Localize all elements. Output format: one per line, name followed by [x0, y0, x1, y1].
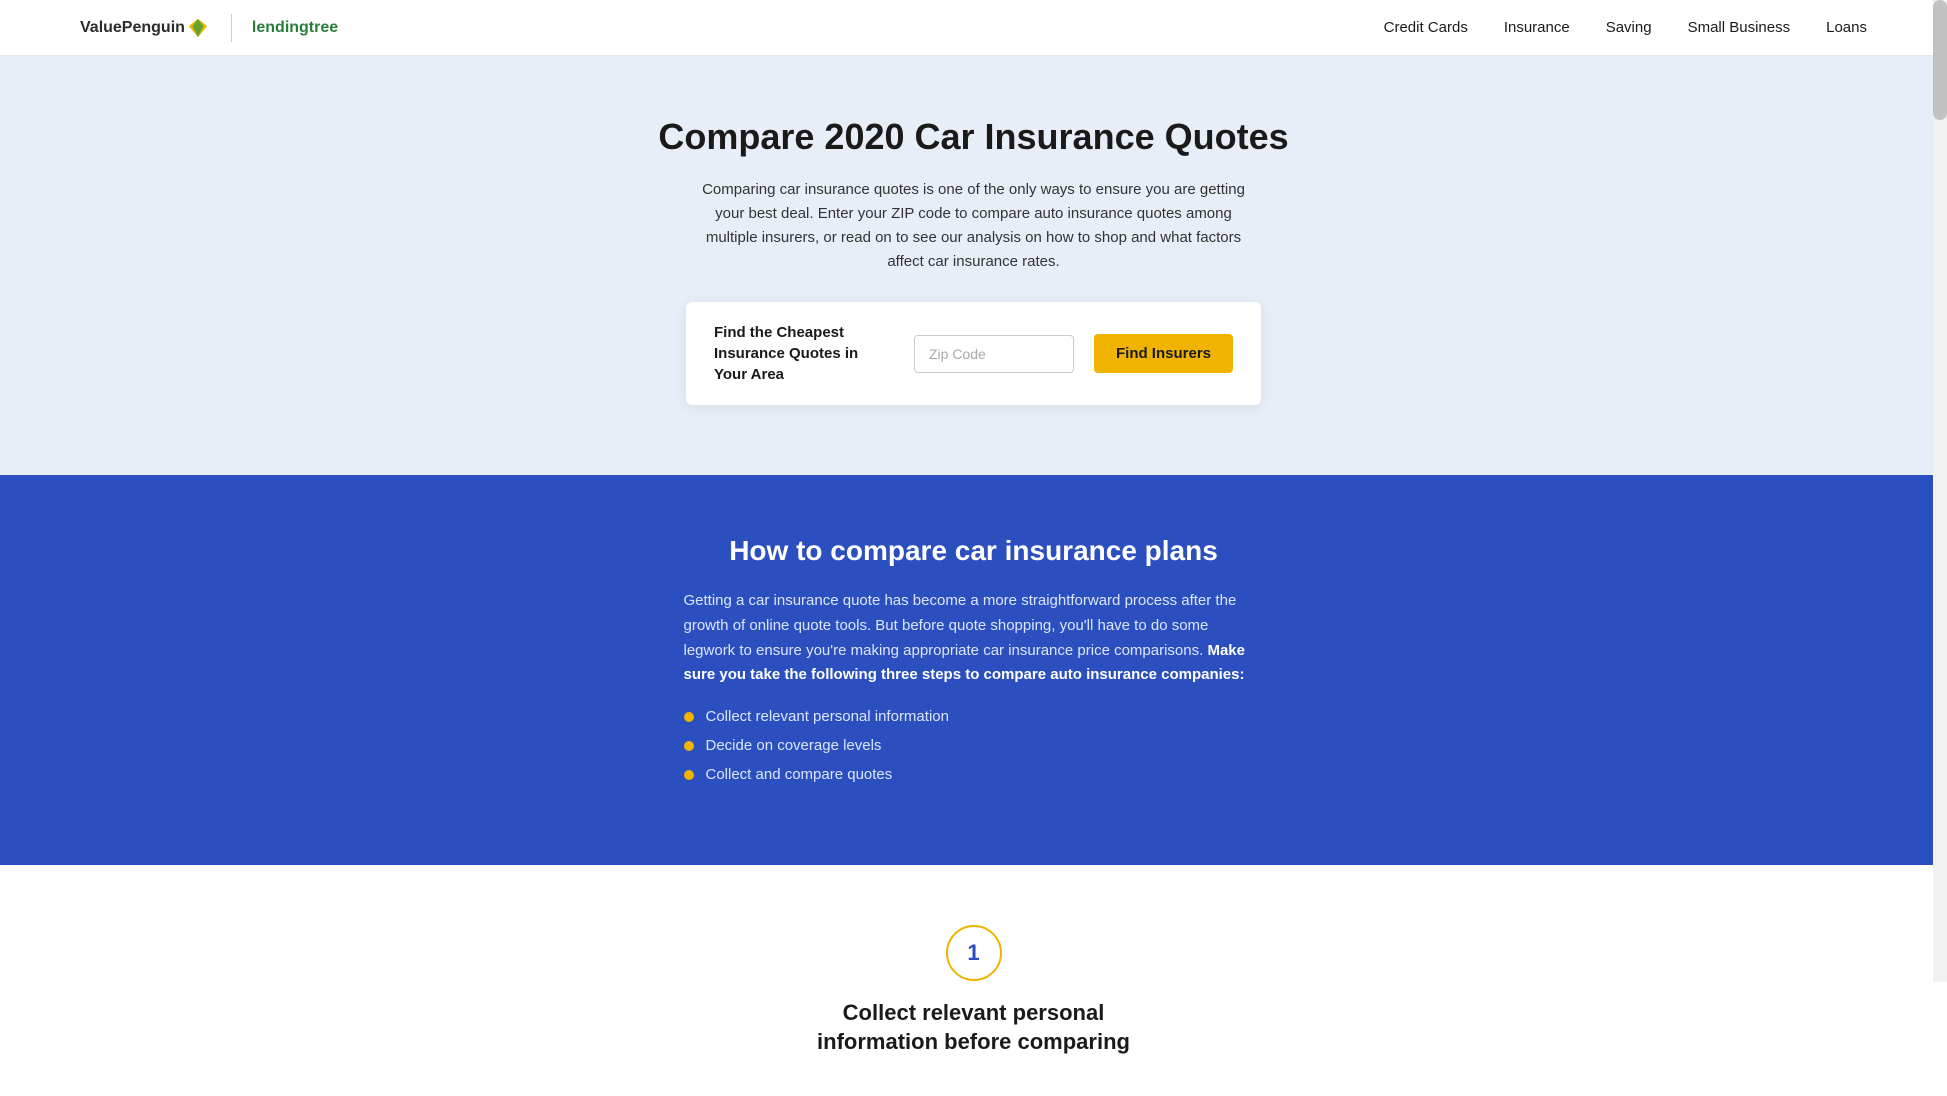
logo-lt-text: lendingtree [252, 19, 338, 36]
main-nav: Credit Cards Insurance Saving Small Busi… [1384, 19, 1867, 36]
bullet-item-2: Decide on coverage levels [684, 737, 1264, 754]
step-number: 1 [967, 940, 979, 966]
blue-desc-part1: Getting a car insurance quote has become… [684, 592, 1237, 659]
quote-box-label: Find the Cheapest Insurance Quotes in Yo… [714, 322, 894, 385]
find-insurers-button[interactable]: Find Insurers [1094, 334, 1233, 373]
nav-credit-cards[interactable]: Credit Cards [1384, 19, 1468, 36]
scrollbar[interactable] [1933, 0, 1947, 982]
step-section: 1 Collect relevant personal information … [0, 865, 1947, 1096]
bullet-list: Collect relevant personal information De… [684, 708, 1264, 783]
bullet-dot-3 [684, 770, 694, 780]
quote-box: Find the Cheapest Insurance Quotes in Yo… [686, 302, 1261, 405]
blue-section: How to compare car insurance plans Getti… [0, 475, 1947, 865]
nav-loans[interactable]: Loans [1826, 19, 1867, 36]
logo-lendingtree[interactable]: lendingtree [252, 19, 338, 37]
logo-vp-text: ValuePenguin [80, 19, 185, 37]
nav-insurance[interactable]: Insurance [1504, 19, 1570, 36]
bullet-text-3: Collect and compare quotes [706, 766, 893, 783]
blue-section-title: How to compare car insurance plans [20, 535, 1927, 567]
hero-description: Comparing car insurance quotes is one of… [694, 178, 1254, 274]
step-title: Collect relevant personal information be… [804, 999, 1144, 1056]
bullet-item-1: Collect relevant personal information [684, 708, 1264, 725]
nav-saving[interactable]: Saving [1606, 19, 1652, 36]
logo-divider [231, 14, 232, 42]
bullet-dot-1 [684, 712, 694, 722]
header: ValuePenguin lendingtree Credit Cards In… [0, 0, 1947, 56]
scrollbar-thumb[interactable] [1933, 0, 1947, 120]
step-circle: 1 [946, 925, 1002, 981]
hero-section: Compare 2020 Car Insurance Quotes Compar… [0, 56, 1947, 475]
logo-valuepenguin[interactable]: ValuePenguin [80, 17, 211, 39]
bullet-item-3: Collect and compare quotes [684, 766, 1264, 783]
zip-code-input[interactable] [914, 335, 1074, 373]
step-title-line1: Collect relevant personal [843, 1000, 1105, 1025]
step-title-line2: information before comparing [817, 1029, 1130, 1054]
hero-title: Compare 2020 Car Insurance Quotes [20, 116, 1927, 158]
logo-diamond-icon [187, 17, 209, 39]
bullet-dot-2 [684, 741, 694, 751]
blue-section-description: Getting a car insurance quote has become… [684, 589, 1264, 688]
nav-small-business[interactable]: Small Business [1688, 19, 1791, 36]
logo-area: ValuePenguin lendingtree [80, 14, 338, 42]
bullet-text-2: Decide on coverage levels [706, 737, 882, 754]
bullet-text-1: Collect relevant personal information [706, 708, 949, 725]
